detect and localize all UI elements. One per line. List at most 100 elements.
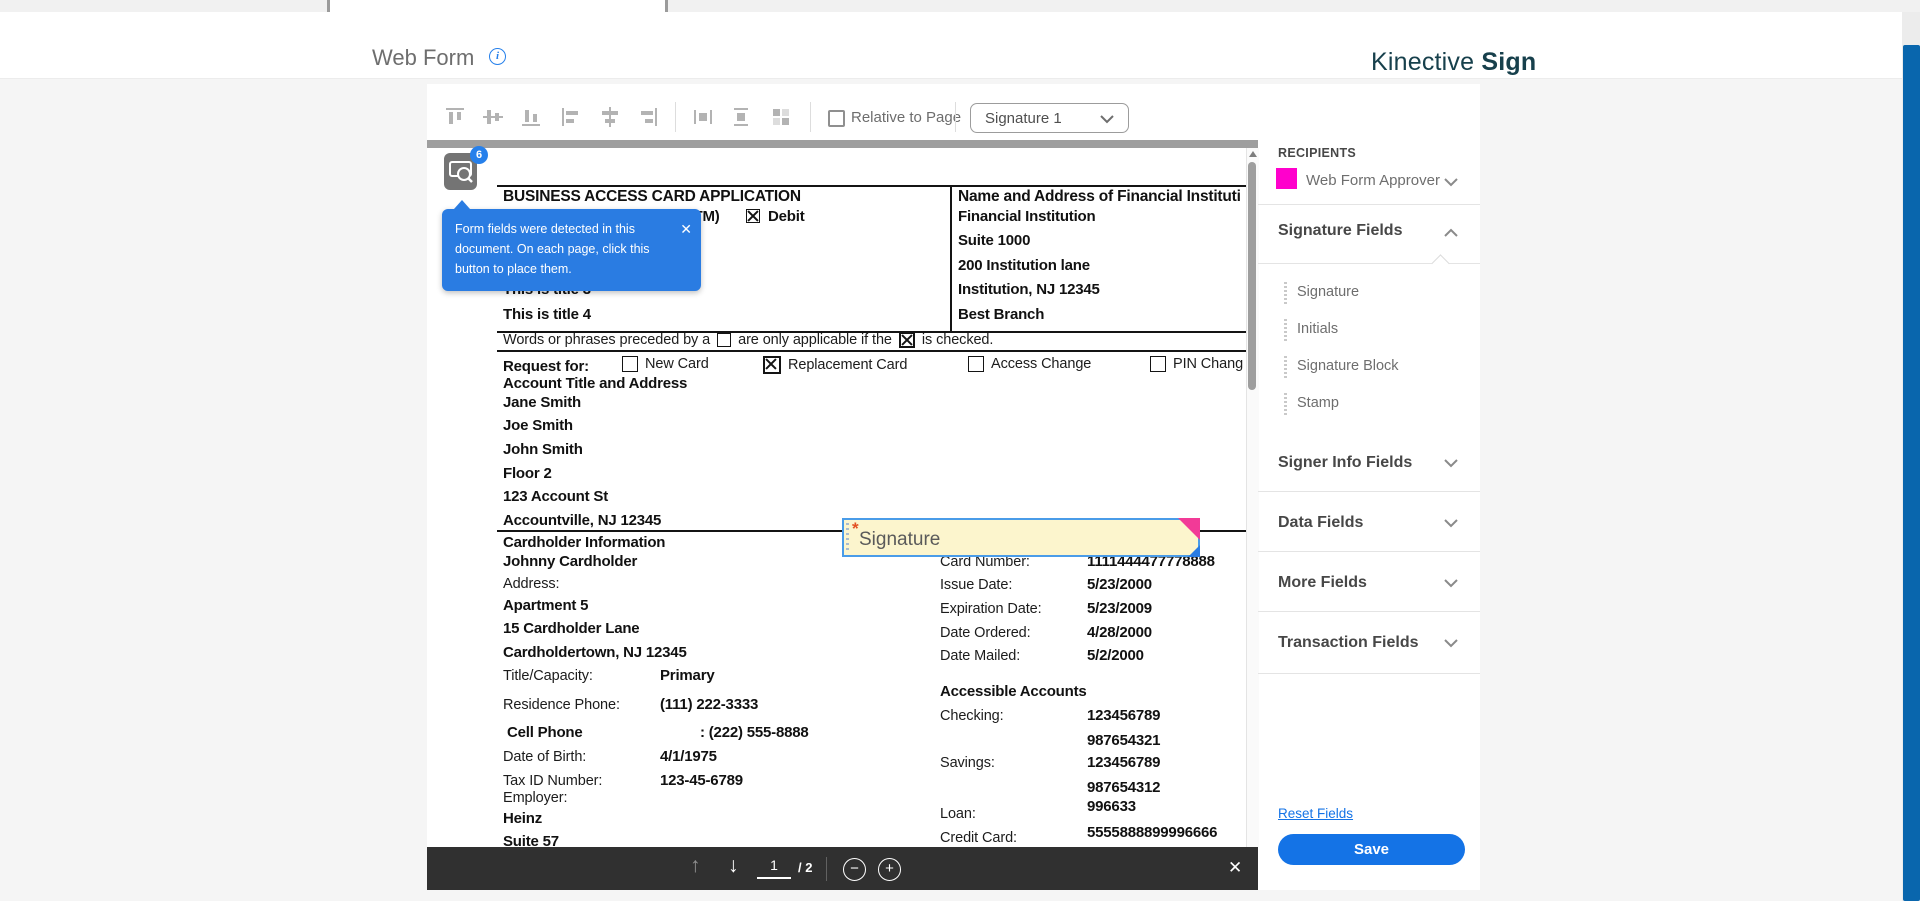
- doc-label: Credit Card:: [940, 830, 1017, 846]
- distribute-vertically-icon[interactable]: [729, 105, 753, 129]
- doc-value: : (222) 555-8888: [700, 724, 809, 741]
- detected-fields-count-badge: 6: [470, 146, 488, 164]
- chevron-up-icon[interactable]: [1444, 228, 1458, 237]
- section-transaction-fields[interactable]: Transaction Fields: [1278, 634, 1418, 652]
- doc-value: 987654321: [1087, 732, 1160, 749]
- signature-field-overlay[interactable]: * Signature: [842, 518, 1200, 557]
- field-item-signature[interactable]: Signature: [1297, 284, 1359, 300]
- drag-handle-icon[interactable]: [1284, 319, 1287, 341]
- form-fields-tooltip: Form fields were detected in this docume…: [442, 209, 701, 291]
- relative-to-page-checkbox[interactable]: [828, 110, 845, 127]
- section-data-fields[interactable]: Data Fields: [1278, 514, 1363, 532]
- previous-page-button[interactable]: ↑: [690, 854, 701, 878]
- field-selector-value: Signature 1: [985, 110, 1062, 127]
- section-more-fields[interactable]: More Fields: [1278, 574, 1367, 592]
- doc-rule: [497, 185, 1256, 187]
- distribute-grid-icon[interactable]: [769, 105, 793, 129]
- chevron-down-icon[interactable]: [1444, 639, 1458, 648]
- viewer-bottom-toolbar: ↑ ↓ 1 / 2 − + ✕: [427, 847, 1258, 890]
- divider: [826, 857, 827, 881]
- doc-value: Primary: [660, 667, 714, 684]
- drag-handle-icon[interactable]: [1284, 282, 1287, 304]
- field-selector-dropdown[interactable]: Signature 1: [970, 103, 1129, 133]
- divider: [1258, 491, 1480, 492]
- section-signer-info-fields[interactable]: Signer Info Fields: [1278, 454, 1412, 472]
- doc-line: Suite 1000: [958, 232, 1030, 249]
- doc-words-row: Words or phrases preceded by a are only …: [503, 332, 993, 348]
- chevron-down-icon[interactable]: [1444, 459, 1458, 468]
- doc-checkbox-checked: [763, 356, 781, 374]
- align-horizontal-center-icon[interactable]: [598, 105, 622, 129]
- doc-line: Institution, NJ 12345: [958, 281, 1100, 298]
- reset-fields-link[interactable]: Reset Fields: [1278, 806, 1353, 821]
- field-item-initials[interactable]: Initials: [1297, 321, 1338, 337]
- doc-account-header: Account Title and Address: [503, 375, 687, 392]
- section-signature-fields[interactable]: Signature Fields: [1278, 222, 1402, 240]
- distribute-horizontally-icon[interactable]: [691, 105, 715, 129]
- document-scrollbar-thumb[interactable]: [1248, 162, 1256, 390]
- viewer-top-edge: [427, 140, 1258, 148]
- recipients-header: RECIPIENTS: [1278, 146, 1356, 160]
- info-icon[interactable]: i: [489, 48, 506, 65]
- align-right-icon[interactable]: [636, 105, 660, 129]
- browser-top-strip: [0, 0, 1920, 12]
- doc-value: 5/23/2000: [1087, 576, 1152, 593]
- doc-label: Cell Phone: [507, 724, 583, 741]
- resize-handle-icon[interactable]: [1188, 545, 1200, 557]
- doc-label: Savings:: [940, 755, 995, 771]
- align-bottom-icon[interactable]: [519, 105, 543, 129]
- drag-handle-icon[interactable]: [1284, 393, 1287, 415]
- doc-line: 15 Cardholder Lane: [503, 620, 639, 637]
- app-header: Web Form i Kinective Sign: [0, 12, 1920, 79]
- page-number-input[interactable]: 1: [757, 857, 791, 879]
- doc-label: Checking:: [940, 708, 1004, 724]
- doc-label: Date of Birth:: [503, 749, 586, 765]
- chevron-down-icon[interactable]: [1444, 178, 1458, 187]
- tooltip-close-icon[interactable]: ✕: [680, 218, 692, 240]
- doc-option: Access Change: [968, 356, 1091, 372]
- page-scrollbar-thumb[interactable]: [1903, 45, 1920, 901]
- divider: [1258, 673, 1480, 674]
- doc-value: 123-45-6789: [660, 772, 743, 789]
- toolbar-separator: [955, 102, 956, 132]
- zoom-in-button[interactable]: +: [878, 858, 901, 881]
- next-page-button[interactable]: ↓: [728, 854, 739, 878]
- doc-checkbox-checked: [899, 332, 915, 348]
- drag-handle-icon[interactable]: [1284, 356, 1287, 378]
- doc-checkbox-empty: [622, 356, 638, 372]
- doc-line: Cardholdertown, NJ 12345: [503, 644, 687, 661]
- doc-label: Issue Date:: [940, 577, 1012, 593]
- toolbar-separator: [675, 102, 676, 132]
- drag-handle-icon[interactable]: [846, 523, 849, 552]
- doc-value: 996633: [1087, 798, 1136, 815]
- required-marker: *: [852, 519, 859, 539]
- zoom-out-button[interactable]: −: [843, 858, 866, 881]
- scroll-up-arrow-icon[interactable]: [1249, 151, 1257, 157]
- close-viewer-button[interactable]: ✕: [1228, 858, 1242, 878]
- chevron-down-icon: [1100, 115, 1114, 124]
- doc-line: Accountville, NJ 12345: [503, 512, 661, 529]
- doc-request-label: Request for:: [503, 358, 589, 375]
- doc-rule: [950, 185, 952, 331]
- doc-value: 5/23/2009: [1087, 600, 1152, 617]
- recipient-color-swatch: [1276, 168, 1297, 189]
- chevron-down-icon[interactable]: [1444, 519, 1458, 528]
- doc-line: Joe Smith: [503, 417, 573, 434]
- align-vertical-center-icon[interactable]: [481, 105, 505, 129]
- field-item-signature-block[interactable]: Signature Block: [1297, 358, 1399, 374]
- save-button[interactable]: Save: [1278, 834, 1465, 865]
- align-left-icon[interactable]: [559, 105, 583, 129]
- doc-option: New Card: [622, 356, 709, 372]
- doc-line: This is title 4: [503, 306, 591, 323]
- field-item-stamp[interactable]: Stamp: [1297, 395, 1339, 411]
- doc-label: Title/Capacity:: [503, 668, 593, 684]
- doc-accessible-header: Accessible Accounts: [940, 683, 1087, 700]
- chevron-down-icon[interactable]: [1444, 579, 1458, 588]
- doc-checkbox-empty: [1150, 356, 1166, 372]
- doc-label: Address:: [503, 576, 559, 592]
- relative-to-page-label: Relative to Page: [851, 109, 961, 126]
- divider: [1258, 611, 1480, 612]
- align-top-icon[interactable]: [443, 105, 467, 129]
- recipient-corner-flag: [1178, 518, 1200, 540]
- doc-fi-header: Name and Address of Financial Instituti: [958, 188, 1241, 206]
